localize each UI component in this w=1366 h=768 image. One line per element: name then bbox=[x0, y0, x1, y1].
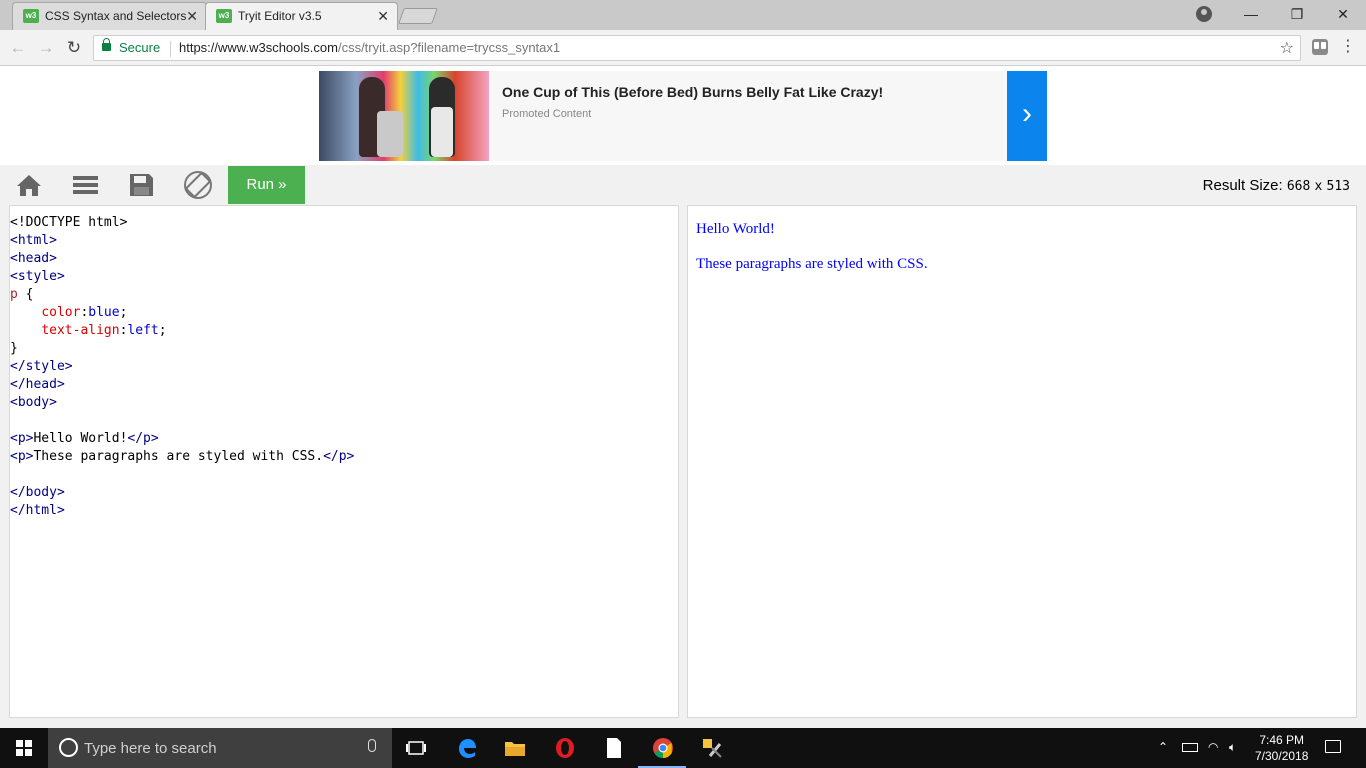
clock-time: 7:46 PM bbox=[1259, 733, 1305, 747]
code-style-close: </style> bbox=[10, 359, 73, 374]
result-height: 513 bbox=[1326, 179, 1350, 194]
opera-icon[interactable] bbox=[553, 736, 577, 760]
rotate-icon[interactable] bbox=[170, 165, 226, 205]
tab-css-syntax[interactable]: w3 CSS Syntax and Selectors ✕ bbox=[12, 2, 207, 30]
back-arrow-icon[interactable]: ← bbox=[7, 37, 29, 59]
taskbar-clock[interactable]: 7:46 PM 7/30/2018 bbox=[1255, 732, 1308, 764]
result-paragraph: Hello World! bbox=[696, 221, 775, 237]
secure-label: Secure bbox=[119, 40, 161, 55]
code-p-close: </p> bbox=[127, 431, 159, 446]
save-icon[interactable] bbox=[113, 165, 169, 205]
close-window-button[interactable]: ✕ bbox=[1320, 0, 1366, 28]
search-placeholder: Type here to search bbox=[84, 740, 217, 757]
tools-icon[interactable] bbox=[700, 736, 724, 760]
wifi-icon[interactable]: ◠ bbox=[1208, 740, 1218, 754]
run-button[interactable]: Run » bbox=[228, 166, 305, 204]
volume-icon[interactable]: 🔈︎ bbox=[1229, 740, 1236, 755]
result-size-label: Result Size: bbox=[1202, 177, 1283, 194]
home-icon[interactable] bbox=[0, 165, 56, 205]
code-html-close: </html> bbox=[10, 503, 65, 518]
result-paragraph: These paragraphs are styled with CSS. bbox=[696, 256, 928, 272]
code-p1-text: Hello World! bbox=[33, 431, 128, 446]
ad-title[interactable]: One Cup of This (Before Bed) Burns Belly… bbox=[502, 84, 883, 100]
code-val-left: left bbox=[127, 323, 159, 338]
tryit-toolbar: Run » Result Size: 668 x 513 bbox=[0, 165, 1366, 205]
code-prop-color: color bbox=[41, 305, 81, 320]
address-bar[interactable]: Secure https://www.w3schools.com/css/try… bbox=[93, 35, 1301, 61]
extension-icon[interactable] bbox=[1312, 39, 1328, 55]
ad-zone: One Cup of This (Before Bed) Burns Belly… bbox=[0, 66, 1366, 165]
minimize-button[interactable]: — bbox=[1228, 0, 1274, 28]
file-explorer-icon[interactable] bbox=[503, 736, 527, 760]
menu-icon[interactable] bbox=[58, 165, 114, 205]
reload-icon[interactable]: ↻ bbox=[63, 37, 85, 59]
chevron-right-icon[interactable]: › bbox=[1007, 71, 1047, 161]
ad-figure bbox=[431, 107, 453, 157]
ad-banner[interactable]: One Cup of This (Before Bed) Burns Belly… bbox=[319, 71, 1047, 161]
lock-icon bbox=[102, 38, 111, 51]
code-p-open: <p> bbox=[10, 449, 34, 464]
ad-image[interactable] bbox=[319, 71, 489, 161]
code-p-open: <p> bbox=[10, 431, 34, 446]
url-text[interactable]: https://www.w3schools.com/css/tryit.asp?… bbox=[179, 40, 560, 55]
url-path: /css/tryit.asp?filename=trycss_syntax1 bbox=[337, 40, 561, 55]
browser-toolbar: ← → ↻ Secure https://www.w3schools.com/c… bbox=[0, 30, 1366, 66]
microphone-icon[interactable] bbox=[368, 739, 376, 752]
result-panel bbox=[687, 205, 1357, 718]
code-html-open: <html> bbox=[10, 233, 57, 248]
tab-strip: w3 CSS Syntax and Selectors ✕ w3 Tryit E… bbox=[0, 0, 1366, 30]
star-icon[interactable]: ☆ bbox=[1280, 38, 1294, 58]
code-editor[interactable]: <!DOCTYPE html> <html> <head> <style> p … bbox=[10, 214, 354, 520]
taskbar: Type here to search ⌃ ◠ 🔈︎ 7:46 PM 7/30/… bbox=[0, 728, 1366, 768]
result-width: 668 bbox=[1286, 179, 1311, 194]
code-brace-close: } bbox=[10, 341, 18, 356]
code-p-close: </p> bbox=[323, 449, 355, 464]
code-body-open: <body> bbox=[10, 395, 57, 410]
result-x: x bbox=[1314, 179, 1323, 194]
edge-icon[interactable] bbox=[455, 736, 479, 760]
notepad-icon[interactable] bbox=[602, 736, 626, 760]
w3schools-favicon-icon: w3 bbox=[23, 9, 39, 23]
code-brace-open: { bbox=[17, 287, 34, 302]
windows-start-icon[interactable] bbox=[16, 740, 32, 756]
ad-subtitle: Promoted Content bbox=[502, 108, 592, 120]
tab-title: CSS Syntax and Selectors bbox=[45, 9, 187, 23]
divider bbox=[170, 41, 171, 57]
result-size: Result Size: 668 x 513 bbox=[1203, 177, 1350, 194]
new-tab-button[interactable] bbox=[398, 8, 438, 24]
task-view-icon[interactable] bbox=[404, 736, 428, 760]
code-head-close: </head> bbox=[10, 377, 65, 392]
menu-dots-icon[interactable]: ⋮ bbox=[1340, 38, 1356, 56]
code-val-blue: blue bbox=[88, 305, 120, 320]
cortana-icon bbox=[59, 738, 78, 757]
tab-title: Tryit Editor v3.5 bbox=[238, 9, 322, 23]
code-prop-text-align: text-align bbox=[41, 323, 120, 338]
profile-icon[interactable] bbox=[1196, 6, 1212, 22]
code-doctype: <!DOCTYPE html> bbox=[10, 215, 128, 230]
battery-icon[interactable] bbox=[1182, 743, 1198, 752]
w3schools-favicon-icon: w3 bbox=[216, 9, 232, 23]
url-host: https://www.w3schools.com bbox=[179, 40, 338, 55]
close-tab-icon[interactable]: ✕ bbox=[186, 8, 198, 24]
chevron-up-icon[interactable]: ⌃ bbox=[1158, 740, 1168, 754]
close-tab-icon[interactable]: ✕ bbox=[377, 8, 389, 24]
taskbar-search[interactable]: Type here to search bbox=[48, 728, 392, 768]
clock-date: 7/30/2018 bbox=[1255, 749, 1309, 763]
restore-button[interactable]: ❐ bbox=[1274, 0, 1320, 28]
notifications-icon[interactable] bbox=[1325, 740, 1341, 753]
tab-tryit-editor[interactable]: w3 Tryit Editor v3.5 ✕ bbox=[205, 2, 398, 30]
code-body-close: </body> bbox=[10, 485, 65, 500]
code-head-open: <head> bbox=[10, 251, 57, 266]
chrome-icon[interactable] bbox=[651, 736, 675, 760]
forward-arrow-icon[interactable]: → bbox=[35, 37, 57, 59]
code-style-open: <style> bbox=[10, 269, 65, 284]
code-selector: p bbox=[10, 287, 18, 302]
ad-figure bbox=[377, 111, 403, 157]
code-p2-text: These paragraphs are styled with CSS. bbox=[33, 449, 324, 464]
